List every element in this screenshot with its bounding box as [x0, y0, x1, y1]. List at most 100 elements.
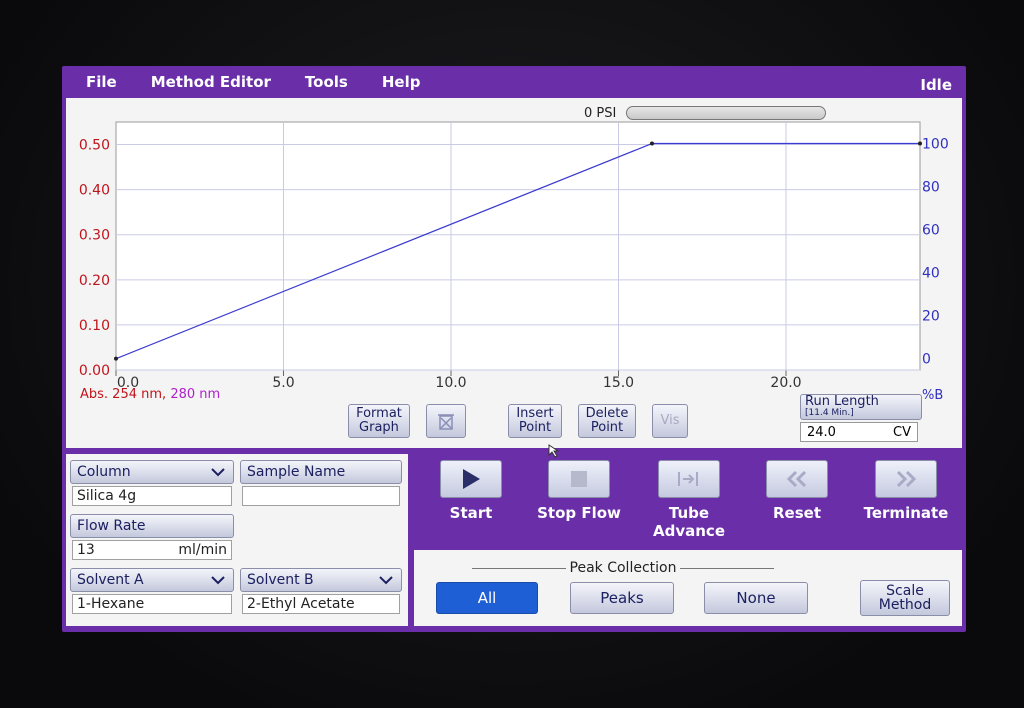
gradient-point — [918, 141, 922, 146]
menu-tools[interactable]: Tools — [305, 73, 348, 91]
stop-flow-label: Stop Flow — [537, 504, 621, 522]
column-button[interactable]: Column — [70, 460, 234, 484]
column-field[interactable]: Silica 4g — [72, 486, 232, 506]
x-tick-label: 20.0 — [770, 375, 801, 391]
flow-rate-label: Flow Rate — [77, 518, 146, 534]
x-tick-label: 15.0 — [603, 375, 634, 391]
run-length-value: 24.0 — [807, 424, 836, 440]
clear-graph-button[interactable] — [426, 404, 466, 438]
reset-label: Reset — [773, 504, 821, 522]
peak-collection-title: Peak Collection — [569, 560, 677, 576]
solvent-b-label: Solvent B — [247, 572, 314, 588]
sample-name-label: Sample Name — [247, 464, 346, 480]
gradient-point — [114, 356, 118, 361]
play-icon — [463, 469, 480, 489]
insert-point-button[interactable]: Insert Point — [508, 404, 562, 438]
right-y-tick-label: 100 — [922, 137, 949, 153]
peak-none-label: None — [736, 589, 776, 607]
column-value: Silica 4g — [77, 488, 137, 504]
start-label: Start — [449, 504, 493, 522]
run-length-minutes: [11.4 Min.] — [805, 408, 854, 418]
solvent-a-field[interactable]: 1-Hexane — [72, 594, 232, 614]
trash-icon — [438, 414, 454, 430]
delete-point-button[interactable]: Delete Point — [578, 404, 636, 438]
left-y-tick-label: 0.40 — [79, 183, 110, 199]
vis-button[interactable]: Vis — [652, 404, 688, 438]
touchscreen: File Method Editor Tools Help Idle 0 PSI… — [62, 66, 966, 632]
absorbance-wavelengths: Abs. 254 nm, 280 nm — [80, 387, 220, 402]
peak-none-button[interactable]: None — [704, 582, 808, 614]
tube-advance-button[interactable] — [658, 460, 720, 498]
chevron-down-icon — [379, 576, 393, 585]
vis-label: Vis — [660, 413, 680, 428]
tube-advance-icon — [678, 472, 698, 486]
start-control[interactable]: Start — [416, 460, 526, 522]
format-graph-button[interactable]: Format Graph — [348, 404, 410, 438]
gradient-point — [650, 141, 654, 146]
terminate-button[interactable] — [875, 460, 937, 498]
solvent-b-value: 2-Ethyl Acetate — [247, 596, 355, 612]
menu-file[interactable]: File — [86, 73, 117, 91]
x-tick-label: 5.0 — [272, 375, 294, 391]
solvent-a-value: 1-Hexane — [77, 596, 145, 612]
wavelength-254: Abs. 254 nm, — [80, 387, 167, 402]
menu-help[interactable]: Help — [382, 73, 421, 91]
right-y-tick-label: 20 — [922, 309, 940, 325]
terminate-label: Terminate — [863, 504, 949, 522]
x-tick-label: 10.0 — [435, 375, 466, 391]
peak-all-button[interactable]: All — [436, 582, 538, 614]
chevron-down-icon — [211, 468, 225, 477]
flow-rate-button[interactable]: Flow Rate — [70, 514, 234, 538]
right-y-tick-label: 60 — [922, 223, 940, 239]
right-y-tick-label: 80 — [922, 180, 940, 196]
flow-rate-value: 13 — [77, 542, 95, 558]
reset-button[interactable] — [766, 460, 828, 498]
plot-area — [115, 121, 921, 371]
pointer-cursor-icon — [548, 444, 560, 458]
column-label: Column — [77, 464, 131, 480]
reset-control[interactable]: Reset — [742, 460, 852, 522]
run-length-button[interactable]: Run Length [11.4 Min.] — [800, 394, 922, 420]
right-y-tick-label: 40 — [922, 266, 940, 282]
wavelength-280: 280 nm — [170, 387, 221, 402]
insert-point-label: Insert Point — [516, 406, 554, 435]
chevron-down-icon — [211, 576, 225, 585]
terminate-control[interactable]: Terminate — [851, 460, 961, 522]
fast-forward-icon — [896, 470, 917, 488]
solvent-b-button[interactable]: Solvent B — [240, 568, 402, 592]
run-status: Idle — [920, 76, 952, 94]
solvent-b-field[interactable]: 2-Ethyl Acetate — [242, 594, 400, 614]
stop-flow-control[interactable]: Stop Flow — [524, 460, 634, 522]
flow-rate-unit: ml/min — [178, 542, 227, 558]
peak-peaks-button[interactable]: Peaks — [570, 582, 674, 614]
menu-bar: File Method Editor Tools Help Idle — [62, 66, 966, 98]
menu-method-editor[interactable]: Method Editor — [151, 73, 271, 91]
format-graph-label: Format Graph — [356, 406, 402, 435]
delete-point-label: Delete Point — [585, 406, 629, 435]
run-length-unit: CV — [893, 424, 911, 440]
peak-peaks-label: Peaks — [600, 589, 644, 607]
left-y-tick-label: 0.00 — [79, 363, 110, 379]
peak-collection-panel: Peak Collection All Peaks None Scale Met… — [414, 550, 962, 626]
rewind-icon — [786, 470, 807, 488]
gradient-chart[interactable]: 0.0 5.0 10.0 15.0 20.00.000.100.200.300.400.… — [66, 98, 962, 398]
method-parameters-panel: Column Silica 4g Sample Name Flow Rate 1… — [66, 454, 408, 626]
right-y-tick-label: 0 — [922, 352, 931, 368]
tube-advance-control[interactable]: Tube Advance — [634, 460, 744, 540]
stop-flow-button[interactable] — [548, 460, 610, 498]
solvent-a-label: Solvent A — [77, 572, 144, 588]
left-y-tick-label: 0.50 — [79, 138, 110, 154]
solvent-a-button[interactable]: Solvent A — [70, 568, 234, 592]
tube-advance-label: Tube Advance — [653, 504, 725, 540]
sample-name-field[interactable] — [242, 486, 400, 506]
left-y-tick-label: 0.10 — [79, 318, 110, 334]
scale-method-label: Scale Method — [878, 583, 932, 613]
stop-icon — [571, 471, 587, 487]
scale-method-button[interactable]: Scale Method — [860, 580, 950, 616]
run-length-field[interactable]: 24.0 CV — [800, 422, 918, 442]
sample-name-button[interactable]: Sample Name — [240, 460, 402, 484]
start-button[interactable] — [440, 460, 502, 498]
flow-rate-field[interactable]: 13 ml/min — [72, 540, 232, 560]
peak-all-label: All — [477, 589, 497, 607]
left-y-tick-label: 0.20 — [79, 273, 110, 289]
